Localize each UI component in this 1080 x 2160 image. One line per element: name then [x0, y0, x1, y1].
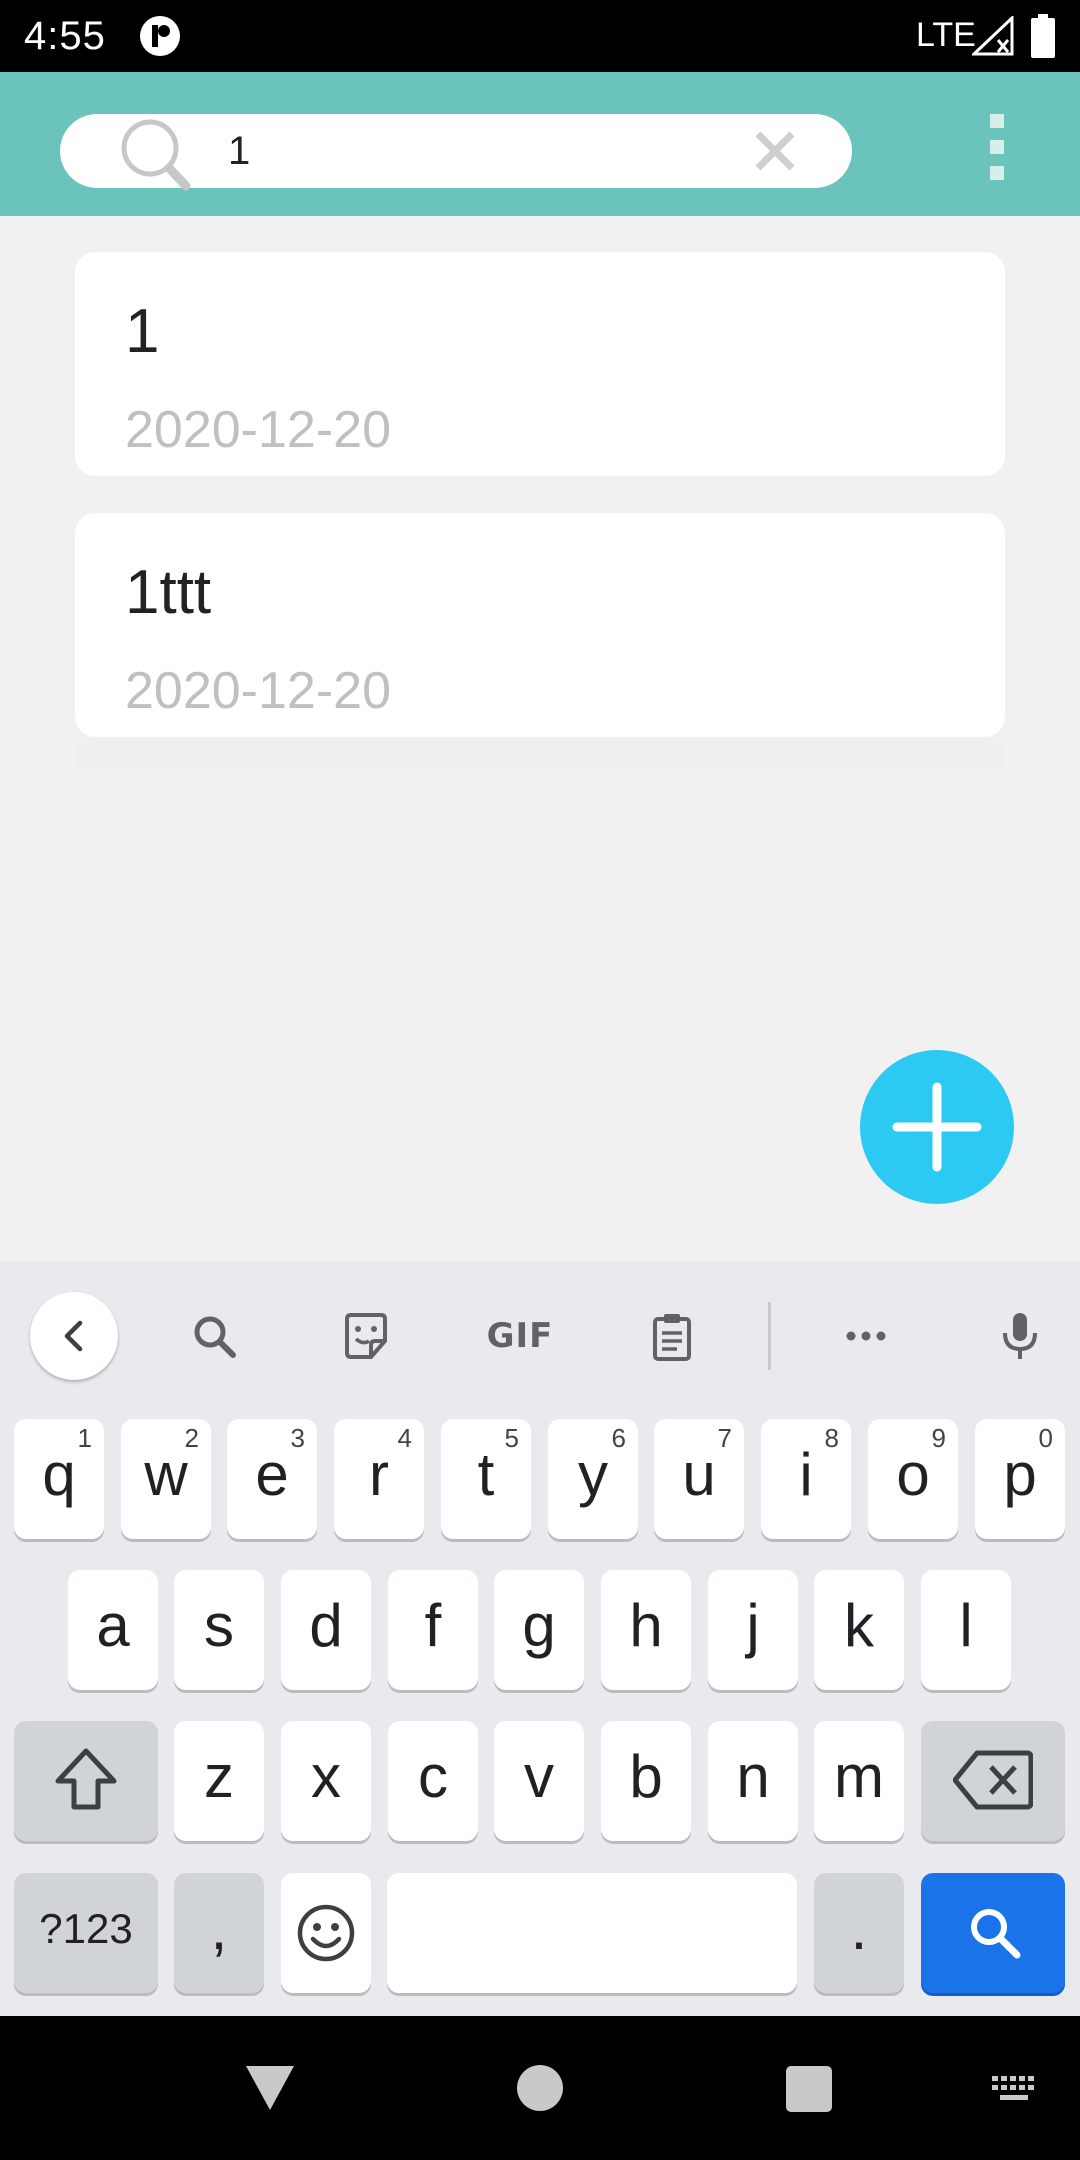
recents-icon[interactable]	[786, 2066, 832, 2112]
more-options-icon[interactable]	[985, 114, 1009, 194]
search-icon	[971, 1909, 1021, 1959]
soft-keyboard: GIF q1 w2 e 3 r 4 t 5 y 6 u 7 i 8 o 9 p …	[0, 1262, 1080, 2016]
key-q[interactable]: q1	[14, 1419, 104, 1539]
keyboard-switch-icon[interactable]	[990, 2074, 1038, 2104]
key-p[interactable]: p0	[975, 1419, 1065, 1539]
key-b[interactable]: b	[601, 1721, 691, 1841]
microphone-icon	[1003, 1313, 1037, 1359]
network-type: LTE	[916, 16, 976, 54]
key-c[interactable]: c	[388, 1721, 478, 1841]
comma-key[interactable]: ,	[174, 1873, 264, 1993]
clear-search-icon[interactable]	[750, 126, 800, 176]
key-i[interactable]: i8	[761, 1419, 851, 1539]
key-e[interactable]: e3	[227, 1419, 317, 1539]
note-date: 2020-12-20	[125, 662, 391, 720]
key-s[interactable]: s	[174, 1570, 264, 1690]
backspace-key[interactable]	[921, 1721, 1065, 1841]
note-card[interactable]: 1 2020-12-20	[75, 252, 1005, 476]
key-l[interactable]: l	[921, 1570, 1011, 1690]
home-icon[interactable]	[517, 2065, 563, 2111]
key-a[interactable]: a	[68, 1570, 158, 1690]
toolbar-divider	[768, 1302, 771, 1370]
emoji-icon	[297, 1904, 355, 1962]
key-r[interactable]: r4	[334, 1419, 424, 1539]
shift-icon	[55, 1748, 117, 1810]
app-bar: 1	[0, 72, 1080, 216]
note-title: 1ttt	[125, 558, 212, 627]
key-m[interactable]: m	[814, 1721, 904, 1841]
search-field[interactable]: 1	[60, 114, 852, 191]
clipboard-icon	[653, 1314, 691, 1361]
key-o[interactable]: o9	[868, 1419, 958, 1539]
more-horizontal-icon	[846, 1331, 886, 1341]
more-tools-button[interactable]	[822, 1292, 910, 1380]
status-time: 4:55	[24, 14, 106, 58]
key-y[interactable]: y6	[548, 1419, 638, 1539]
clipboard-button[interactable]	[628, 1292, 716, 1380]
key-t[interactable]: t5	[441, 1419, 531, 1539]
key-z[interactable]: z	[174, 1721, 264, 1841]
key-d[interactable]: d	[281, 1570, 371, 1690]
keyboard-search-button[interactable]	[170, 1292, 258, 1380]
plus-icon	[892, 1082, 982, 1172]
list-footer	[75, 738, 1005, 774]
key-w[interactable]: w2	[121, 1419, 211, 1539]
keyboard-collapse-button[interactable]	[30, 1292, 118, 1380]
voice-input-button[interactable]	[976, 1292, 1064, 1380]
key-v[interactable]: v	[494, 1721, 584, 1841]
shift-key[interactable]	[14, 1721, 158, 1841]
key-n[interactable]: n	[708, 1721, 798, 1841]
key-j[interactable]: j	[708, 1570, 798, 1690]
period-key[interactable]: .	[814, 1873, 904, 1993]
battery-icon	[1031, 14, 1055, 58]
search-icon	[121, 119, 191, 191]
emoji-key[interactable]	[281, 1873, 371, 1993]
space-key[interactable]	[387, 1873, 797, 1993]
signal-icon	[972, 16, 1014, 56]
note-title: 1	[125, 297, 160, 366]
key-x[interactable]: x	[281, 1721, 371, 1841]
gif-button[interactable]: GIF	[470, 1306, 570, 1366]
status-bar: 4:55 LTE	[0, 0, 1080, 72]
chevron-left-icon	[64, 1320, 83, 1352]
back-icon[interactable]	[244, 2064, 296, 2112]
navigation-bar	[0, 2016, 1080, 2160]
key-k[interactable]: k	[814, 1570, 904, 1690]
note-date: 2020-12-20	[125, 401, 391, 459]
symbols-key[interactable]: ?123	[14, 1873, 158, 1993]
key-u[interactable]: u7	[654, 1419, 744, 1539]
app-notification-icon	[140, 16, 180, 56]
sticker-button[interactable]	[322, 1292, 410, 1380]
search-input[interactable]: 1	[228, 126, 250, 176]
key-g[interactable]: g	[494, 1570, 584, 1690]
add-note-button[interactable]	[860, 1050, 1014, 1204]
sticker-icon	[345, 1313, 387, 1359]
backspace-icon	[953, 1750, 1033, 1810]
note-card[interactable]: 1ttt 2020-12-20	[75, 513, 1005, 737]
search-icon	[194, 1316, 236, 1358]
search-action-key[interactable]	[921, 1873, 1065, 1993]
key-h[interactable]: h	[601, 1570, 691, 1690]
key-f[interactable]: f	[388, 1570, 478, 1690]
keyboard-toolbar: GIF	[0, 1262, 1080, 1408]
